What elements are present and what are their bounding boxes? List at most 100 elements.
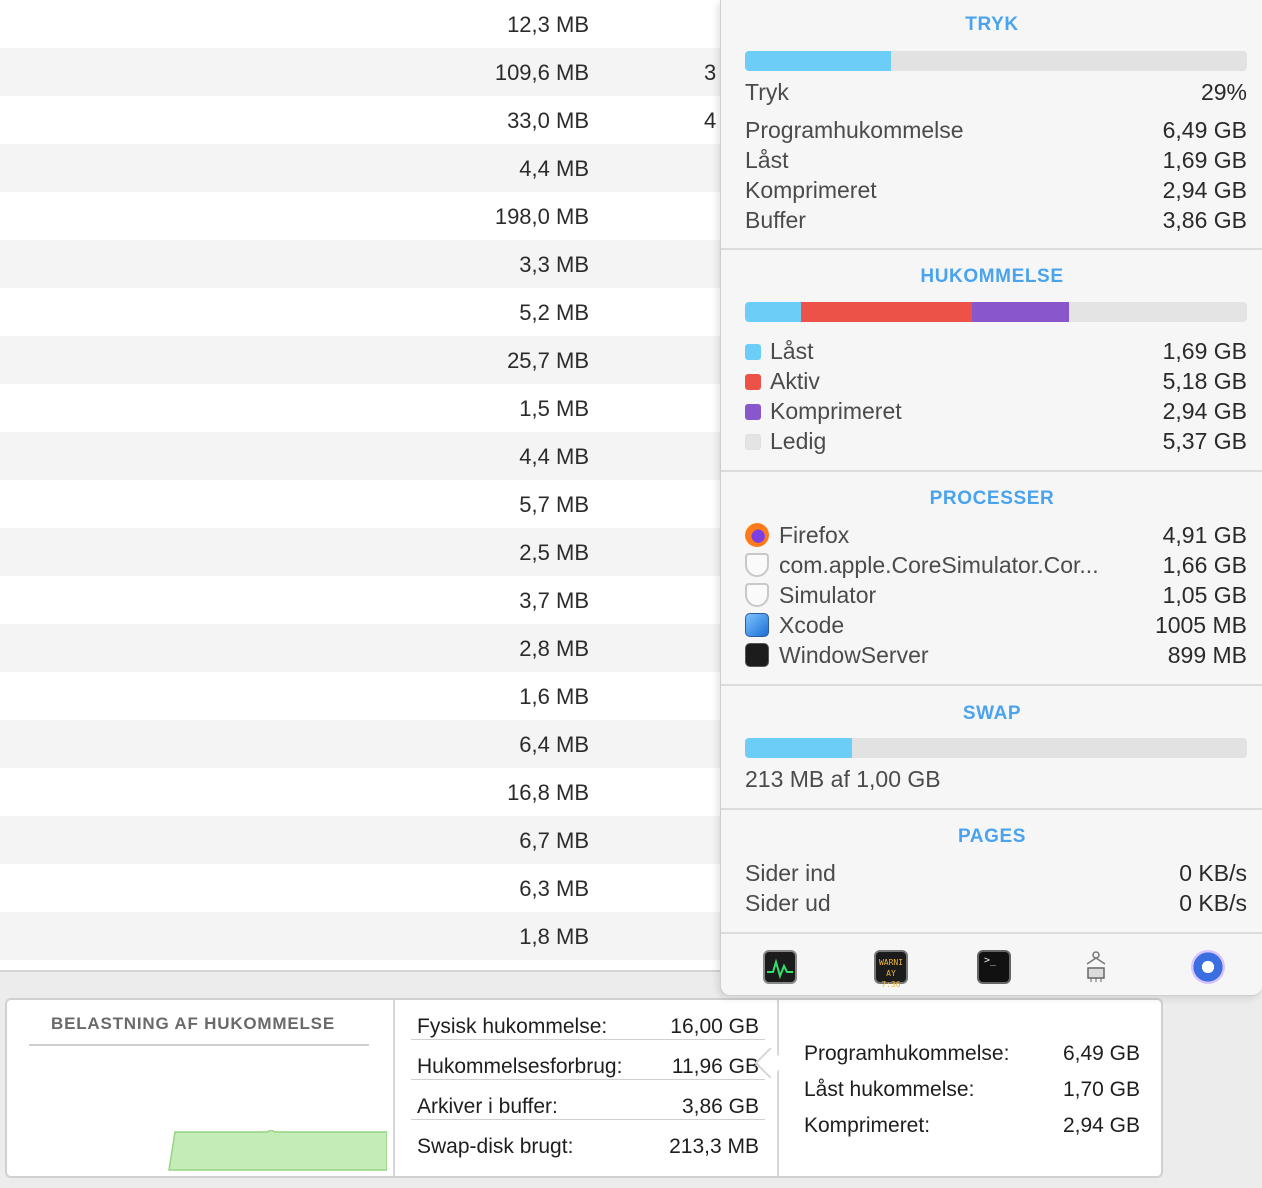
memory-cell: 198,0 MB (494, 204, 589, 229)
memory-cell: 4,4 MB (519, 156, 589, 181)
row-value: 3,86 GB (1162, 207, 1247, 233)
pages-in-row: Sider ind 0 KB/s (745, 860, 1247, 890)
swap-section: SWAP 213 MB af 1,00 GB (721, 686, 1262, 810)
legend-swatch-free (745, 434, 761, 450)
memory-bar-segment (972, 302, 1070, 322)
shield-icon (745, 553, 769, 577)
pressure-detail-row: Komprimeret 2,94 GB (745, 177, 1247, 207)
row-value: 899 MB (1167, 642, 1247, 668)
pages-section: PAGES Sider ind 0 KB/s Sider ud 0 KB/s (721, 810, 1262, 934)
row-value: 2,94 GB (1162, 177, 1247, 203)
stat-cached-files: Arkiver i buffer: 3,86 GB (411, 1080, 765, 1120)
pressure-detail-row: Buffer 3,86 GB (745, 207, 1247, 237)
system-information-icon[interactable] (1079, 950, 1113, 984)
legend-swatch-compressed (745, 404, 761, 420)
shield-icon (745, 583, 769, 607)
row-label: Firefox (779, 522, 850, 548)
stat-value: 3,86 GB (681, 1095, 759, 1118)
console-text: AY 7:36 (881, 969, 901, 989)
memory-cell: 2,5 MB (519, 540, 589, 565)
section-title: PAGES (957, 826, 1027, 847)
process-row[interactable]: WindowServer 899 MB (745, 642, 1247, 672)
truncated-cell: 3 (704, 60, 717, 85)
memory-cell: 1,5 MB (519, 396, 589, 421)
row-label: Komprimeret (770, 398, 902, 424)
memory-usage-bar (745, 302, 1247, 322)
stat-value: 16,00 GB (670, 1015, 759, 1038)
detail-value: 6,49 GB (1062, 1042, 1140, 1065)
memory-cell: 5,2 MB (519, 300, 589, 325)
row-value: 0 KB/s (1179, 890, 1247, 916)
row-value: 1,05 GB (1162, 582, 1247, 608)
truncated-cell: 4 (704, 108, 717, 133)
row-label: Aktiv (770, 368, 820, 394)
swap-text: 213 MB af 1,00 GB (745, 766, 941, 792)
row-label: Buffer (745, 207, 806, 233)
memory-cell: 3,7 MB (519, 588, 589, 613)
memory-cell: 3,3 MB (519, 252, 589, 277)
row-value: 1,69 GB (1162, 147, 1247, 173)
row-value: 1,66 GB (1162, 552, 1247, 578)
process-row[interactable]: Simulator 1,05 GB (745, 582, 1247, 612)
memory-cell: 16,8 MB (507, 780, 589, 805)
pressure-detail-row: Låst 1,69 GB (745, 147, 1247, 177)
memory-section: HUKOMMELSE Låst 1,69 GB Aktiv 5,18 GB Ko… (721, 250, 1262, 472)
section-title: SWAP (962, 703, 1022, 724)
pressure-row: Tryk 29% (745, 79, 1247, 109)
memory-bar-segment (745, 302, 801, 322)
xcode-icon (745, 613, 769, 637)
memory-row-active: Aktiv 5,18 GB (745, 368, 1247, 398)
disk-utility-icon[interactable] (1191, 950, 1225, 984)
graph-divider (29, 1044, 369, 1046)
row-value: 2,94 GB (1162, 398, 1247, 424)
row-label: Xcode (779, 612, 845, 638)
swap-bar-fill (745, 738, 852, 758)
process-row[interactable]: Firefox 4,91 GB (745, 522, 1247, 552)
memory-cell: 25,7 MB (507, 348, 589, 373)
memory-cell: 6,4 MB (519, 732, 589, 757)
pressure-detail-row: Programhukommelse 6,49 GB (745, 117, 1247, 147)
row-label: Komprimeret (745, 177, 877, 203)
memory-cell: 2,8 MB (519, 636, 589, 661)
memory-row-free: Ledig 5,37 GB (745, 428, 1247, 458)
row-label: Sider ind (745, 860, 836, 886)
stat-label: Swap-disk brugt: (417, 1135, 574, 1158)
row-label: WindowServer (779, 642, 929, 668)
detail-label: Låst hukommelse: (804, 1078, 975, 1101)
processes-section: PROCESSER Firefox 4,91 GB com.apple.Core… (721, 472, 1262, 686)
terminal-prompt: >_ (984, 955, 997, 966)
memory-bar-segment (1069, 302, 1247, 322)
row-label: Simulator (779, 582, 877, 608)
firefox-icon (745, 523, 769, 547)
console-icon[interactable]: WARNI AY 7:36 (874, 950, 908, 989)
row-value: 0 KB/s (1179, 860, 1247, 886)
memory-pressure-graph (168, 1130, 387, 1171)
stat-label: Fysisk hukommelse: (417, 1015, 608, 1038)
row-label: Ledig (770, 428, 827, 454)
memory-stats: Fysisk hukommelse: 16,00 GB Hukommelsesf… (393, 1000, 779, 1176)
row-value: 5,18 GB (1162, 368, 1247, 394)
memory-cell: 109,6 MB (494, 60, 589, 85)
detail-compressed: Komprimeret: 2,94 GB (804, 1114, 1140, 1138)
memory-bar-segment (800, 302, 973, 322)
terminal-app-icon[interactable]: >_ (977, 950, 1011, 984)
memory-pressure-graph-title: BELASTNING AF HUKOMMELSE (51, 1014, 335, 1033)
activity-monitor-icon[interactable] (763, 950, 797, 984)
stat-value: 11,96 GB (671, 1055, 759, 1078)
detail-app-memory: Programhukommelse: 6,49 GB (804, 1042, 1140, 1066)
legend-swatch-active (745, 374, 761, 390)
memory-row-compressed: Komprimeret 2,94 GB (745, 398, 1247, 428)
stat-memory-used[interactable]: Hukommelsesforbrug: 11,96 GB (411, 1040, 765, 1080)
process-row[interactable]: com.apple.CoreSimulator.Cor... 1,66 GB (745, 552, 1247, 582)
process-row[interactable]: Xcode 1005 MB (745, 612, 1247, 642)
memory-cell: 1,6 MB (519, 684, 589, 709)
row-label: com.apple.CoreSimulator.Cor... (779, 552, 1099, 578)
row-label: Tryk (745, 79, 789, 105)
section-title: HUKOMMELSE (920, 266, 1064, 287)
memory-cell: 6,3 MB (519, 876, 589, 901)
row-label: Låst (770, 338, 814, 364)
row-value: 6,49 GB (1162, 117, 1247, 143)
row-value: 1,69 GB (1162, 338, 1247, 364)
memory-cell: 5,7 MB (519, 492, 589, 517)
stat-swap-used: Swap-disk brugt: 213,3 MB (411, 1120, 765, 1160)
